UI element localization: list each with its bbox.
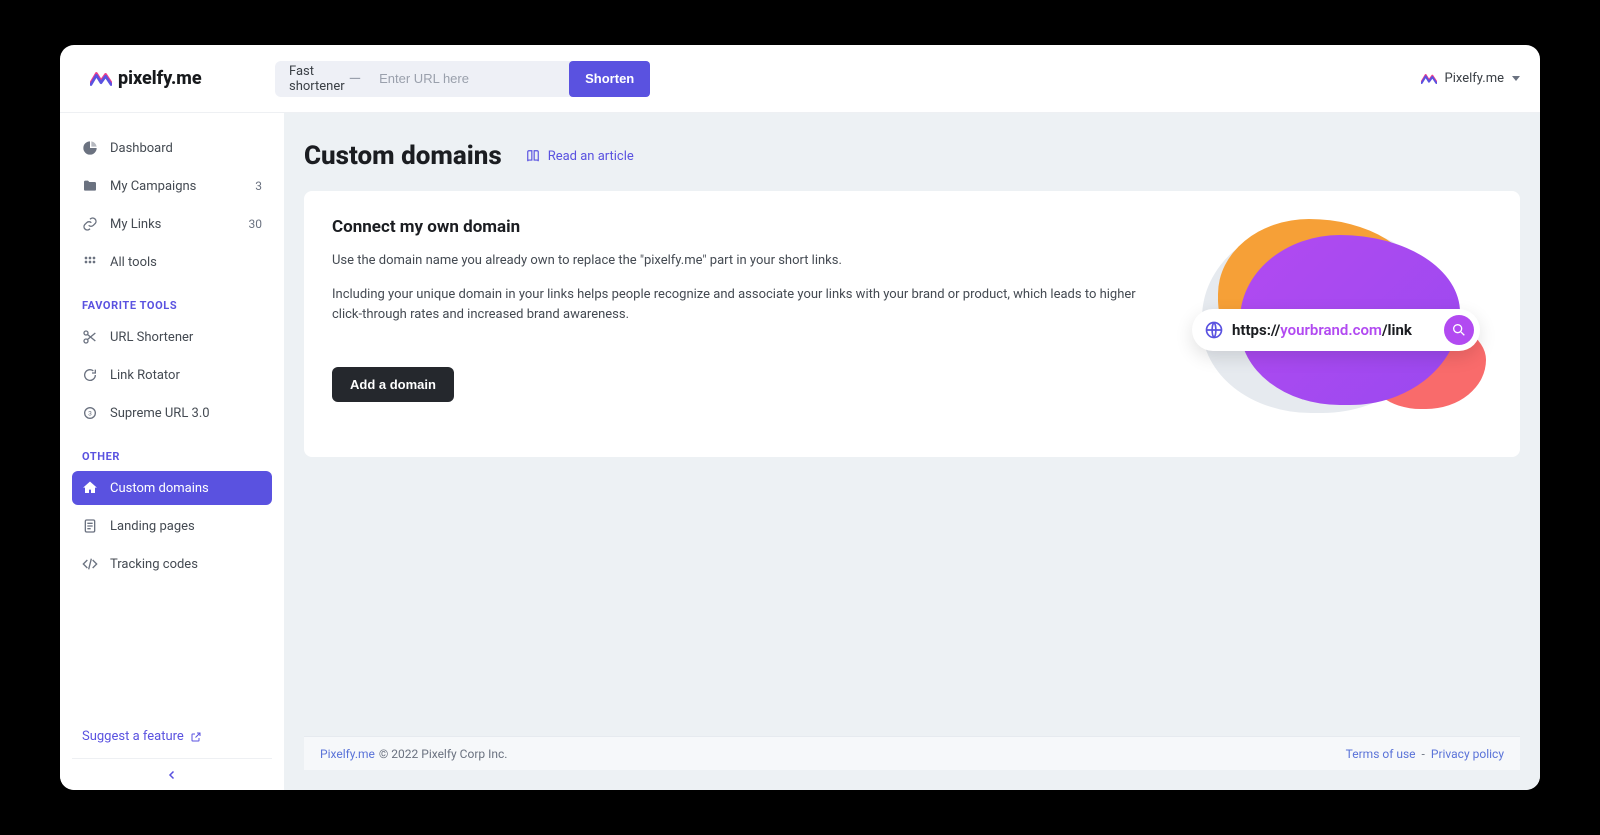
suggest-feature-label: Suggest a feature (82, 729, 184, 744)
footer-copyright: © 2022 Pixelfy Corp Inc. (379, 747, 508, 761)
logo-mark-small-icon (1421, 73, 1437, 85)
sidebar-item-label: Landing pages (110, 519, 195, 534)
globe-icon (1204, 320, 1224, 340)
card-title: Connect my own domain (332, 217, 1168, 237)
book-icon (526, 149, 540, 163)
pill-prefix: https:// (1232, 321, 1280, 339)
app-window: pixelfy.me Fast shortener — Shorten Pixe… (60, 45, 1540, 790)
rotate-icon (82, 367, 98, 383)
page-icon (82, 518, 98, 534)
topbar: pixelfy.me Fast shortener — Shorten Pixe… (60, 45, 1540, 113)
shorten-button[interactable]: Shorten (569, 61, 650, 97)
svg-text:3: 3 (88, 410, 92, 418)
chevron-left-icon (166, 769, 178, 781)
sidebar-item-label: My Links (110, 217, 161, 232)
folder-icon (82, 178, 98, 194)
url-pill: https://yourbrand.com/link (1192, 309, 1480, 351)
sidebar-item-label: URL Shortener (110, 330, 193, 345)
page-title: Custom domains (304, 141, 502, 171)
code-icon (82, 556, 98, 572)
read-article-link[interactable]: Read an article (526, 149, 634, 164)
link-icon (82, 216, 98, 232)
scissors-icon (82, 329, 98, 345)
home-icon (82, 480, 98, 496)
sidebar-item-count: 30 (249, 217, 263, 231)
shortener-dash: — (349, 69, 362, 88)
fast-shortener: Fast shortener — Shorten (275, 61, 601, 97)
read-article-label: Read an article (548, 149, 634, 164)
shortener-input[interactable] (365, 71, 569, 86)
shortener-prefix: Fast shortener (275, 64, 345, 94)
sidebar-item-custom-domains[interactable]: Custom domains (72, 471, 272, 505)
sidebar: Dashboard My Campaigns 3 My Links 30 All… (60, 113, 284, 790)
footer-terms-link[interactable]: Terms of use (1346, 747, 1416, 761)
main-content: Custom domains Read an article Connect m… (284, 113, 1540, 790)
pill-suffix: /link (1382, 321, 1412, 339)
footer-sep: - (1422, 747, 1425, 761)
sidebar-item-label: All tools (110, 255, 157, 270)
collapse-sidebar-button[interactable] (72, 758, 272, 790)
chevron-down-icon (1512, 76, 1520, 81)
domain-illustration: https://yourbrand.com/link (1192, 217, 1492, 427)
badge-icon: 3 (82, 405, 98, 421)
page-header: Custom domains Read an article (304, 141, 1520, 171)
brand-name: pixelfy.me (118, 68, 202, 89)
footer-privacy-link[interactable]: Privacy policy (1431, 747, 1504, 761)
external-link-icon (190, 731, 202, 743)
card-description-1: Use the domain name you already own to r… (332, 251, 1168, 271)
sidebar-item-label: Custom domains (110, 481, 209, 496)
sidebar-item-my-links[interactable]: My Links 30 (72, 207, 272, 241)
sidebar-item-label: Supreme URL 3.0 (110, 406, 210, 421)
sidebar-item-all-tools[interactable]: All tools (72, 245, 272, 279)
sidebar-item-landing-pages[interactable]: Landing pages (72, 509, 272, 543)
body: Dashboard My Campaigns 3 My Links 30 All… (60, 113, 1540, 790)
grid-icon (82, 254, 98, 270)
sidebar-item-label: Link Rotator (110, 368, 180, 383)
sidebar-item-tracking-codes[interactable]: Tracking codes (72, 547, 272, 581)
connect-domain-card: Connect my own domain Use the domain nam… (304, 191, 1520, 457)
suggest-feature-link[interactable]: Suggest a feature (82, 729, 202, 744)
sidebar-item-label: Tracking codes (110, 557, 198, 572)
logo-mark-icon (90, 71, 112, 87)
sidebar-item-link-rotator[interactable]: Link Rotator (72, 358, 272, 392)
user-menu[interactable]: Pixelfy.me (1421, 71, 1520, 86)
footer: Pixelfy.me © 2022 Pixelfy Corp Inc. Term… (304, 736, 1520, 770)
sidebar-section-favorite: FAVORITE TOOLS (72, 283, 272, 320)
search-icon (1444, 315, 1474, 345)
card-description-2: Including your unique domain in your lin… (332, 285, 1168, 325)
pie-chart-icon (82, 140, 98, 156)
sidebar-item-url-shortener[interactable]: URL Shortener (72, 320, 272, 354)
add-domain-button[interactable]: Add a domain (332, 367, 454, 402)
sidebar-item-label: Dashboard (110, 141, 173, 156)
pill-brand: yourbrand.com (1280, 321, 1382, 339)
sidebar-item-my-campaigns[interactable]: My Campaigns 3 (72, 169, 272, 203)
footer-brand-link[interactable]: Pixelfy.me (320, 747, 375, 761)
user-menu-label: Pixelfy.me (1445, 71, 1504, 86)
sidebar-item-count: 3 (255, 179, 262, 193)
brand-logo[interactable]: pixelfy.me (90, 68, 255, 89)
sidebar-section-other: OTHER (72, 434, 272, 471)
sidebar-item-label: My Campaigns (110, 179, 196, 194)
sidebar-item-dashboard[interactable]: Dashboard (72, 131, 272, 165)
sidebar-item-supreme-url[interactable]: 3 Supreme URL 3.0 (72, 396, 272, 430)
